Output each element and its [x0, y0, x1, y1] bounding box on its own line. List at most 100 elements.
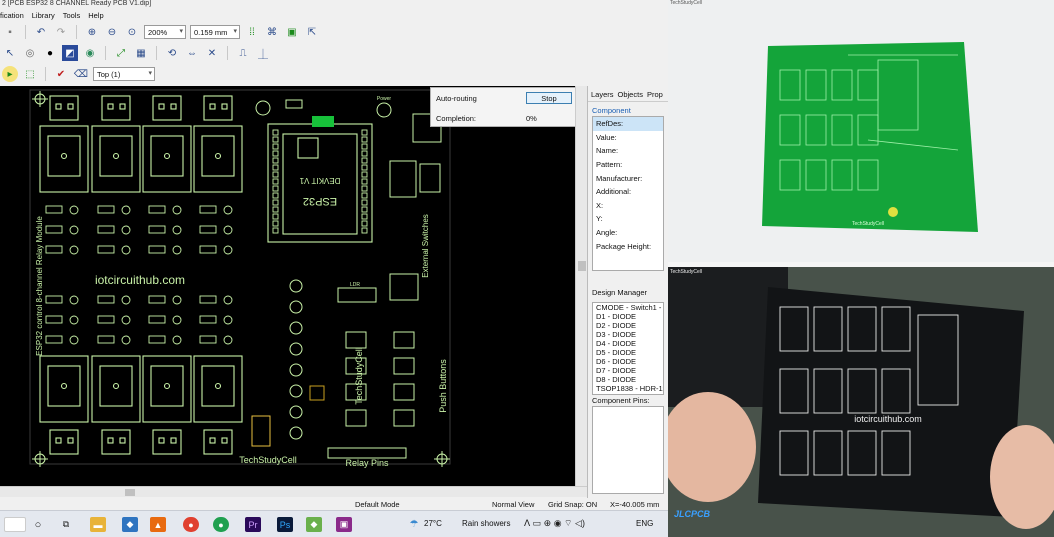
search-box[interactable] — [4, 517, 26, 532]
weather-temp[interactable]: 27°C — [424, 519, 442, 528]
prop-manufacturer[interactable]: Manufacturer: — [593, 171, 663, 185]
list-item[interactable]: D7 - DIODE — [593, 366, 663, 375]
snap-icon[interactable]: ⌘ — [264, 24, 280, 40]
pulse-alt-icon[interactable]: ⏊ — [255, 45, 271, 61]
stop-button[interactable]: Stop — [526, 92, 572, 104]
prop-refdes[interactable]: RefDes: — [593, 117, 663, 131]
app-diamond-icon[interactable]: ◆ — [306, 517, 322, 532]
esp-pin — [361, 206, 368, 213]
transistor-footprint — [223, 335, 233, 345]
layer-select[interactable]: Top (1) ▾ — [93, 67, 155, 81]
menu-tools[interactable]: Tools — [63, 11, 81, 20]
cursor-highlight-icon[interactable]: ▸ — [2, 66, 18, 82]
table-icon[interactable]: ▦ — [133, 45, 149, 61]
weather-icon[interactable]: ☂ — [406, 517, 422, 532]
image-icon[interactable]: ◉ — [82, 45, 98, 61]
zoom-fit-icon[interactable]: ⊙ — [124, 24, 140, 40]
trash-icon[interactable]: ⌫ — [73, 66, 89, 82]
track-icon[interactable]: ⤢ — [113, 45, 129, 61]
chrome-alt-icon[interactable]: ● — [213, 517, 229, 532]
list-item[interactable]: D4 - DIODE — [593, 339, 663, 348]
vertical-scrollbar[interactable] — [575, 86, 587, 486]
chrome-icon[interactable]: ● — [183, 517, 199, 532]
esp-pin — [361, 143, 368, 150]
smd-part — [97, 205, 115, 214]
grid-snap-icon[interactable]: ⁞⁞ — [244, 24, 260, 40]
export-icon[interactable]: ⇱ — [304, 24, 320, 40]
weather-text[interactable]: Rain showers — [462, 519, 510, 528]
premiere-icon[interactable]: Pr — [245, 517, 261, 532]
smd-part — [45, 295, 63, 304]
status-mode: Default Mode — [355, 500, 400, 509]
zoom-in-icon[interactable]: ⊕ — [84, 24, 100, 40]
transistor-footprint — [172, 245, 182, 255]
prop-pattern[interactable]: Pattern: — [593, 158, 663, 172]
prop-additional[interactable]: Additional: — [593, 185, 663, 199]
component-section-title: Component — [592, 106, 631, 115]
tab-objects[interactable]: Objects — [618, 90, 643, 99]
app-purple-icon[interactable]: ▣ — [336, 517, 352, 532]
language-indicator[interactable]: ENG — [636, 519, 653, 528]
cross-icon[interactable]: ✕ — [204, 45, 220, 61]
esp-pin — [272, 150, 279, 157]
esp-pin — [361, 178, 368, 185]
save-icon[interactable]: ▪ — [2, 24, 18, 40]
terminal-pad — [221, 437, 228, 444]
component-icon[interactable]: ▣ — [284, 24, 300, 40]
push-buttons-silk-label: Push Buttons — [438, 359, 448, 413]
tab-layers[interactable]: Layers — [591, 90, 614, 99]
relay-pad — [163, 382, 171, 390]
menu-modification[interactable]: fication — [0, 11, 24, 20]
tray-icons[interactable]: ᐱ ▭ ⊕ ◉ ⌔ ◁) — [524, 518, 585, 529]
horizontal-scrollbar[interactable] — [0, 486, 587, 497]
prop-y[interactable]: Y: — [593, 212, 663, 226]
pcb-canvas[interactable]: ESP32 DEVKIT V1 ESP32 control 8-channel … — [0, 86, 575, 486]
pulse-icon[interactable]: ⎍ — [235, 45, 251, 61]
terminal-pad — [158, 437, 165, 444]
list-item[interactable]: TSOP1838 - HDR-1x — [593, 384, 663, 393]
prop-angle[interactable]: Angle: — [593, 226, 663, 240]
list-item[interactable]: CMODE - Switch1 - B — [593, 303, 663, 312]
prop-value[interactable]: Value: — [593, 131, 663, 145]
undo-icon[interactable]: ↶ — [33, 24, 49, 40]
transistor-footprint — [223, 315, 233, 325]
photoshop-icon[interactable]: Ps — [277, 517, 293, 532]
drc-icon[interactable]: ✔ — [53, 66, 69, 82]
polygon-icon[interactable]: ◩ — [62, 45, 78, 61]
start-circle-icon[interactable]: ○ — [30, 517, 46, 532]
status-bar: Default Mode Normal View Grid Snap: ON X… — [0, 498, 668, 510]
relay-outline — [150, 135, 184, 177]
zoom-out-icon[interactable]: ⊖ — [104, 24, 120, 40]
list-item[interactable]: D6 - DIODE — [593, 357, 663, 366]
terminal-block — [101, 429, 131, 455]
file-explorer-icon[interactable]: ▬ — [90, 517, 106, 532]
store-icon[interactable]: ◆ — [122, 517, 138, 532]
list-item[interactable]: D8 - DIODE — [593, 375, 663, 384]
tab-properties[interactable]: Prop — [647, 90, 663, 99]
led-footprint — [289, 363, 303, 377]
menu-help[interactable]: Help — [88, 11, 103, 20]
menu-library[interactable]: Library — [32, 11, 55, 20]
rotate-icon[interactable]: ⟲ — [164, 45, 180, 61]
via-icon[interactable]: ● — [42, 45, 58, 61]
transistor-footprint — [223, 225, 233, 235]
prop-package-height[interactable]: Package Height: — [593, 239, 663, 253]
list-item[interactable]: D3 - DIODE — [593, 330, 663, 339]
prop-x[interactable]: X: — [593, 199, 663, 213]
grid-select[interactable]: 0.159 mm ▾ — [190, 25, 240, 39]
terminal-block — [203, 95, 233, 121]
select-icon[interactable]: ↖ — [2, 45, 18, 61]
smd-part — [148, 225, 166, 234]
pad-icon[interactable]: ◎ — [22, 45, 38, 61]
vlc-icon[interactable]: ▲ — [150, 517, 166, 532]
list-item[interactable]: D1 - DIODE — [593, 312, 663, 321]
list-item[interactable]: D2 - DIODE — [593, 321, 663, 330]
task-view-icon[interactable]: ⧉ — [58, 517, 74, 532]
align-icon[interactable]: ⇔ — [184, 45, 200, 61]
component-pins-list[interactable] — [592, 406, 664, 494]
redo-icon[interactable]: ↷ — [53, 24, 69, 40]
place-icon[interactable]: ⬚ — [22, 66, 38, 82]
zoom-select[interactable]: 200% ▾ — [144, 25, 186, 39]
prop-name[interactable]: Name: — [593, 144, 663, 158]
list-item[interactable]: D5 - DIODE — [593, 348, 663, 357]
